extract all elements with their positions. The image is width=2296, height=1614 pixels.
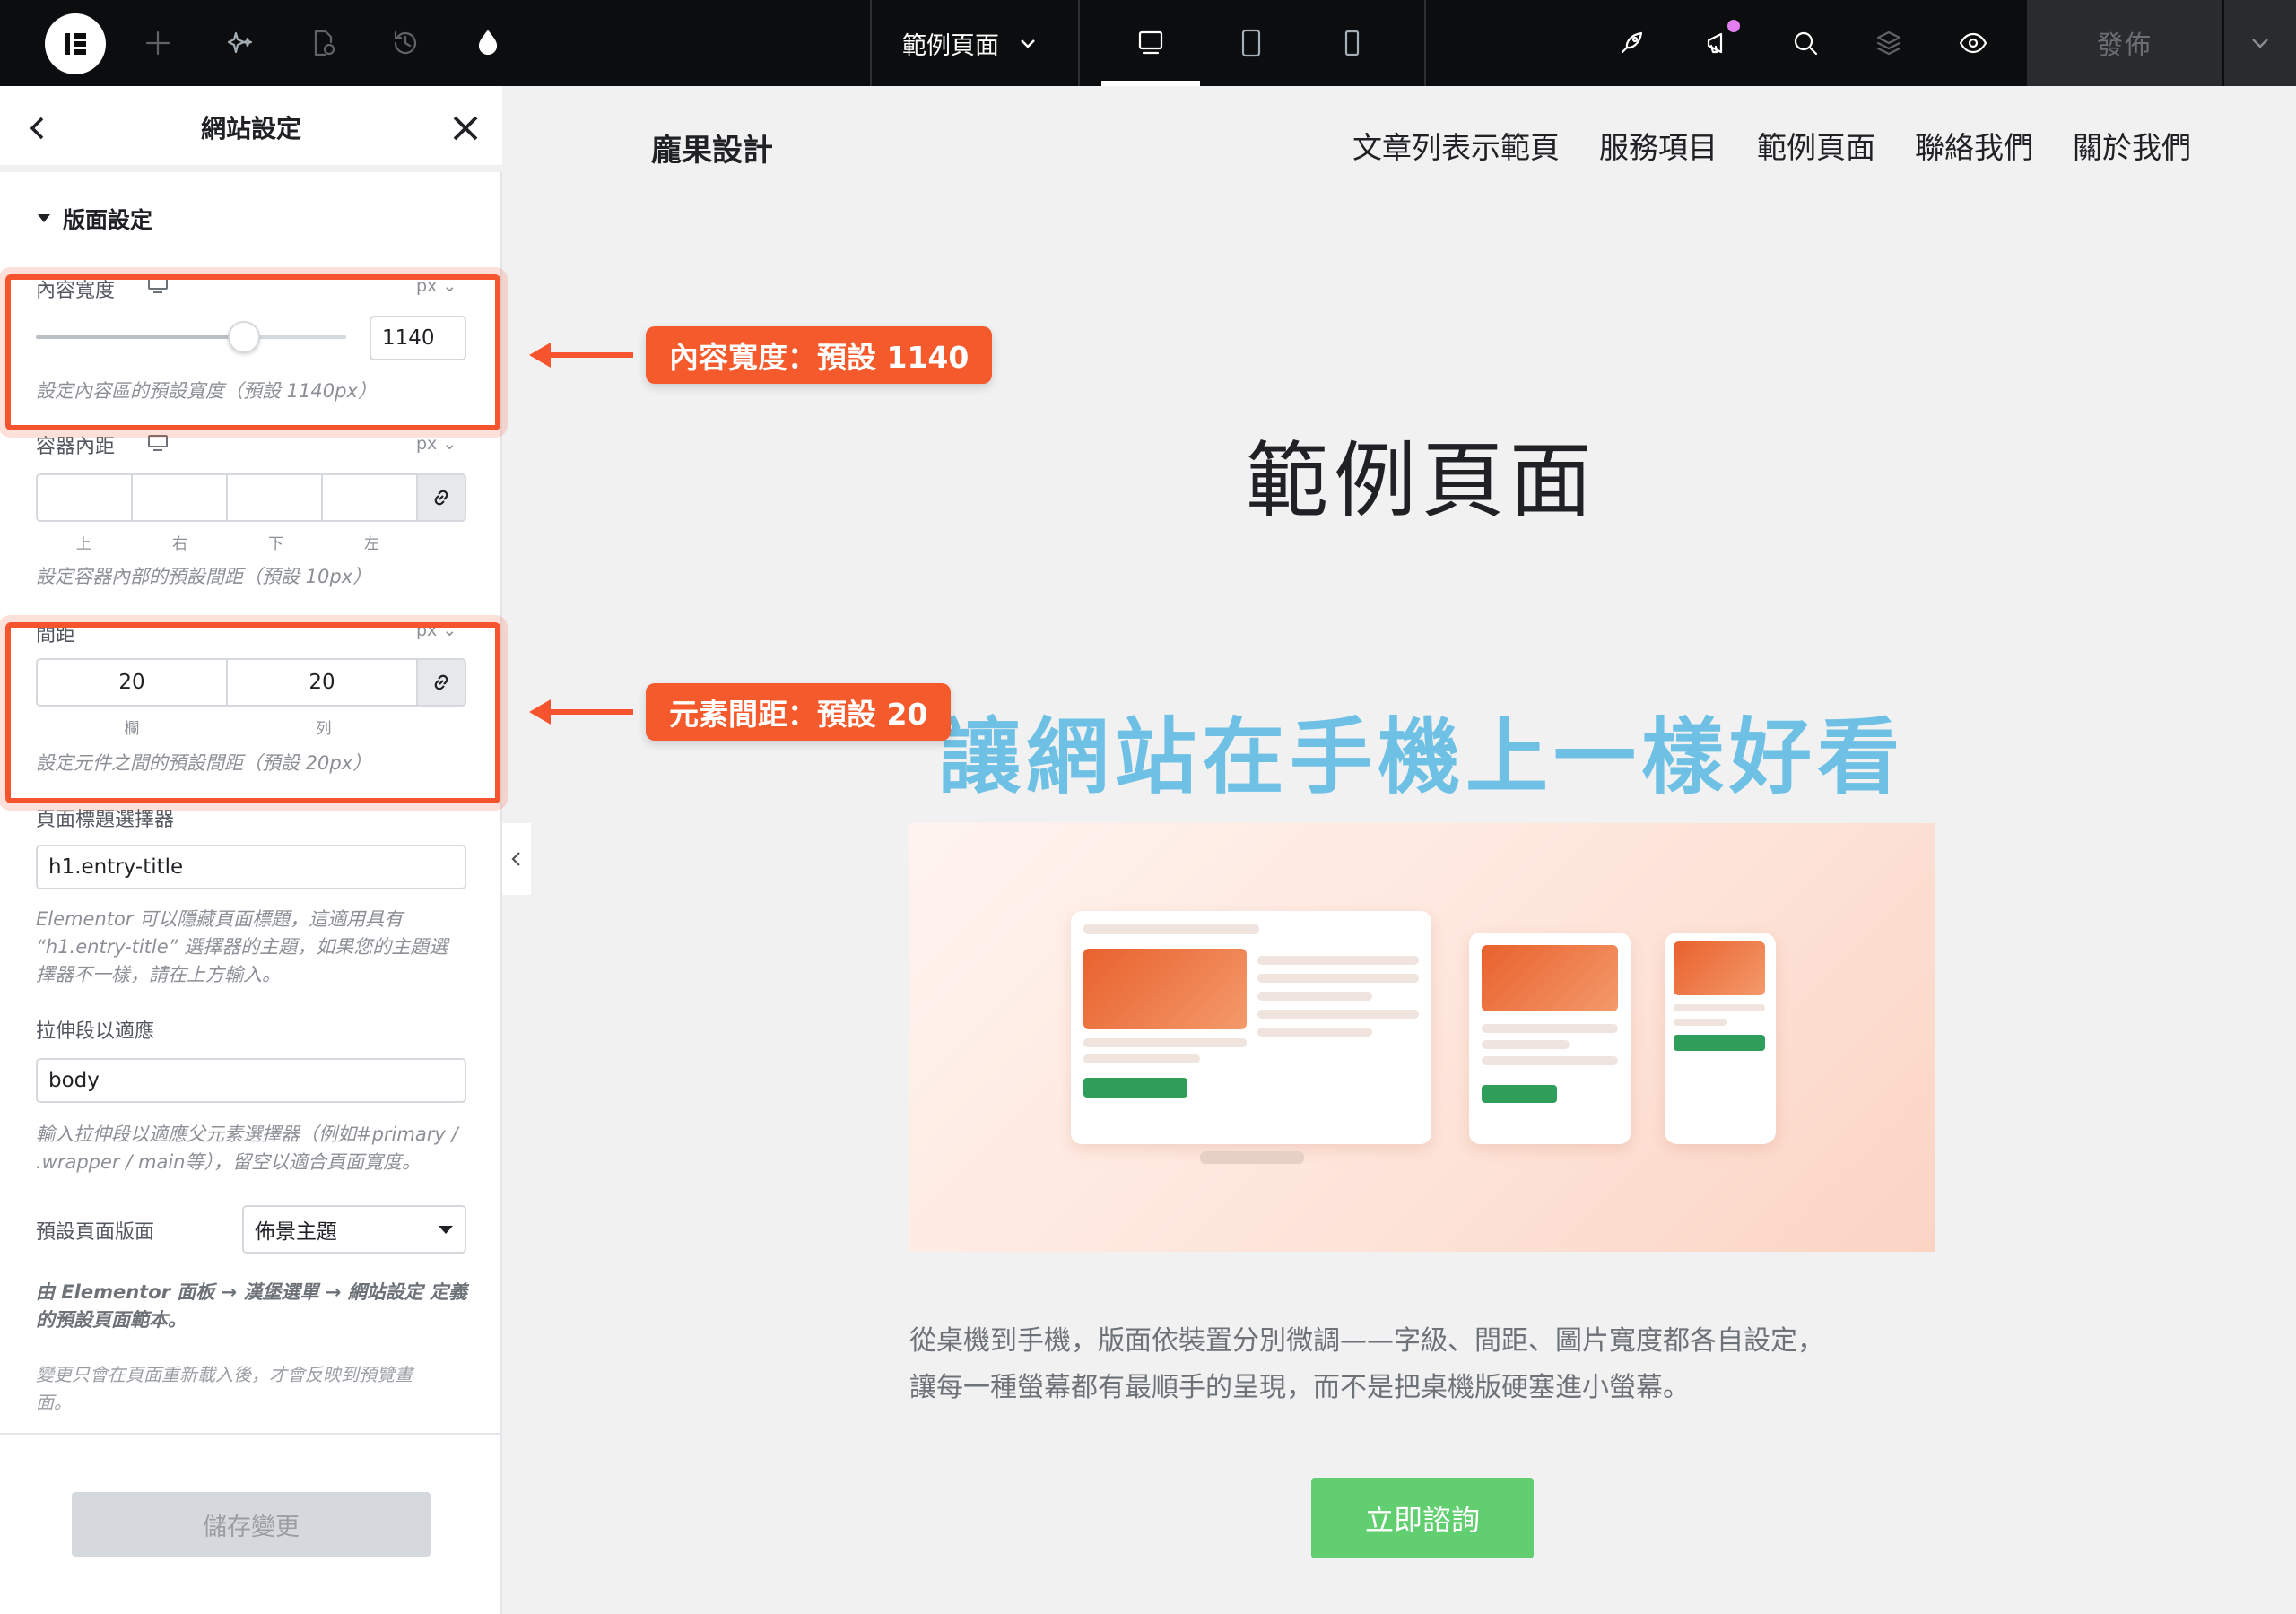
content-width-callout: 內容寬度：預設 1140 <box>646 326 993 384</box>
padding-right-input[interactable] <box>133 475 228 520</box>
cta-button[interactable]: 立即諮詢 <box>1311 1478 1534 1558</box>
default-layout-label: 預設頁面版面 <box>36 1221 155 1244</box>
gap-callout: 元素間距：預設 20 <box>646 683 952 741</box>
monitor-stand <box>1200 1151 1304 1164</box>
chevron-left-icon <box>511 852 520 866</box>
close-icon[interactable] <box>450 113 481 143</box>
chevron-down-icon <box>2252 39 2268 48</box>
padding-side-labels: 上 右 下 左 <box>76 535 379 553</box>
panel-header: 網站設定 <box>0 86 502 172</box>
rocket-icon[interactable] <box>1606 18 1657 68</box>
site-title[interactable]: 龐果設計 <box>651 126 773 169</box>
padding-label: 容器內距 <box>36 436 116 458</box>
padding-top-input[interactable] <box>38 475 133 520</box>
padding-dimensions <box>36 473 466 522</box>
notifications-icon[interactable] <box>1693 18 1744 68</box>
main-nav: 文章列表示範頁 服務項目 範例頁面 聯絡我們 關於我們 <box>1352 124 2191 167</box>
editor-top-bar: 範例頁面 發佈 <box>0 0 2296 86</box>
desktop-icon[interactable] <box>1126 18 1176 68</box>
content-width-highlight <box>5 274 500 430</box>
gaps-highlight <box>5 622 500 803</box>
nav-item-about[interactable]: 關於我們 <box>2073 124 2191 167</box>
desktop-icon[interactable] <box>147 434 169 452</box>
publish-options-button[interactable] <box>2224 0 2296 86</box>
publish-button[interactable]: 發佈 <box>2027 0 2222 86</box>
nav-item-sample-page[interactable]: 範例頁面 <box>1757 124 1875 167</box>
panel-title: 網站設定 <box>200 114 301 143</box>
page-name: 範例頁面 <box>902 31 999 60</box>
add-icon[interactable] <box>133 18 183 68</box>
nav-item-contact[interactable]: 聯絡我們 <box>1915 124 2033 167</box>
save-changes-button[interactable]: 儲存變更 <box>72 1492 430 1557</box>
responsive-illustration <box>909 823 1935 1252</box>
collapse-panel-button[interactable] <box>502 823 531 895</box>
notification-dot <box>1727 20 1740 32</box>
title-selector-label: 頁面標題選擇器 <box>36 809 175 831</box>
site-style-icon[interactable] <box>463 18 513 68</box>
preview-icon[interactable] <box>1948 18 1998 68</box>
page-heading: 範例頁面 <box>1245 433 1597 529</box>
reload-note: 變更只會在頁面重新載入後，才會反映到預覽畫 面。 <box>36 1364 413 1413</box>
link-values-button[interactable] <box>418 475 465 520</box>
history-icon[interactable] <box>380 18 430 68</box>
default-layout-select[interactable]: 佈景主題 <box>242 1205 466 1254</box>
title-selector-input[interactable]: h1.entry-title <box>36 845 466 889</box>
desktop-mockup <box>1071 911 1431 1144</box>
stretch-help: 輸入拉伸段以適應父元素選擇器（例如#primary / .wrapper / m… <box>36 1124 458 1173</box>
title-selector-help: Elementor 可以隱藏頁面標題，這適用具有 “h1.entry-title… <box>36 908 448 985</box>
section-toggle[interactable]: 版面設定 <box>36 203 152 235</box>
padding-left-input[interactable] <box>323 475 418 520</box>
nav-item-services[interactable]: 服務項目 <box>1599 124 1718 167</box>
caret-down-icon <box>38 214 50 222</box>
ai-sparkle-icon[interactable] <box>215 18 265 68</box>
elementor-logo-icon[interactable] <box>45 13 106 74</box>
mobile-icon[interactable] <box>1326 18 1377 68</box>
subheading: 讓網站在手機上一樣好看 <box>937 709 1905 805</box>
caret-down-icon <box>439 1226 453 1234</box>
tablet-mockup <box>1469 933 1631 1144</box>
body-paragraph: 從桌機到手機，版面依裝置分別微調——字級、間距、圖片寬度都各自設定， 讓每一種螢… <box>909 1325 1824 1403</box>
page-settings-icon[interactable] <box>298 18 348 68</box>
arrow-left-icon <box>529 343 633 368</box>
section-title: 版面設定 <box>63 207 153 233</box>
structure-icon[interactable] <box>1864 18 1914 68</box>
link-icon <box>434 490 448 506</box>
padding-help: 設定容器內部的預設間距（預設 10px） <box>36 566 372 587</box>
padding-unit[interactable]: px ⌄ <box>416 434 457 454</box>
phone-mockup <box>1665 933 1776 1144</box>
stretch-label: 拉伸段以適應 <box>36 1020 155 1043</box>
page-switcher[interactable]: 範例頁面 <box>902 23 1039 63</box>
layout-note: 由 Elementor 面板 → 漢堡選單 → 網站設定 定義 的預設頁面範本。 <box>36 1281 468 1331</box>
panel-divider <box>0 1433 502 1435</box>
nav-item-articles[interactable]: 文章列表示範頁 <box>1352 124 1560 167</box>
active-device-indicator <box>1101 81 1200 86</box>
arrow-left-icon <box>529 699 633 725</box>
stretch-input[interactable]: body <box>36 1058 466 1103</box>
tablet-icon[interactable] <box>1226 18 1276 68</box>
search-icon[interactable] <box>1780 18 1831 68</box>
chevron-down-icon <box>1021 39 1035 48</box>
padding-bottom-input[interactable] <box>228 475 323 520</box>
